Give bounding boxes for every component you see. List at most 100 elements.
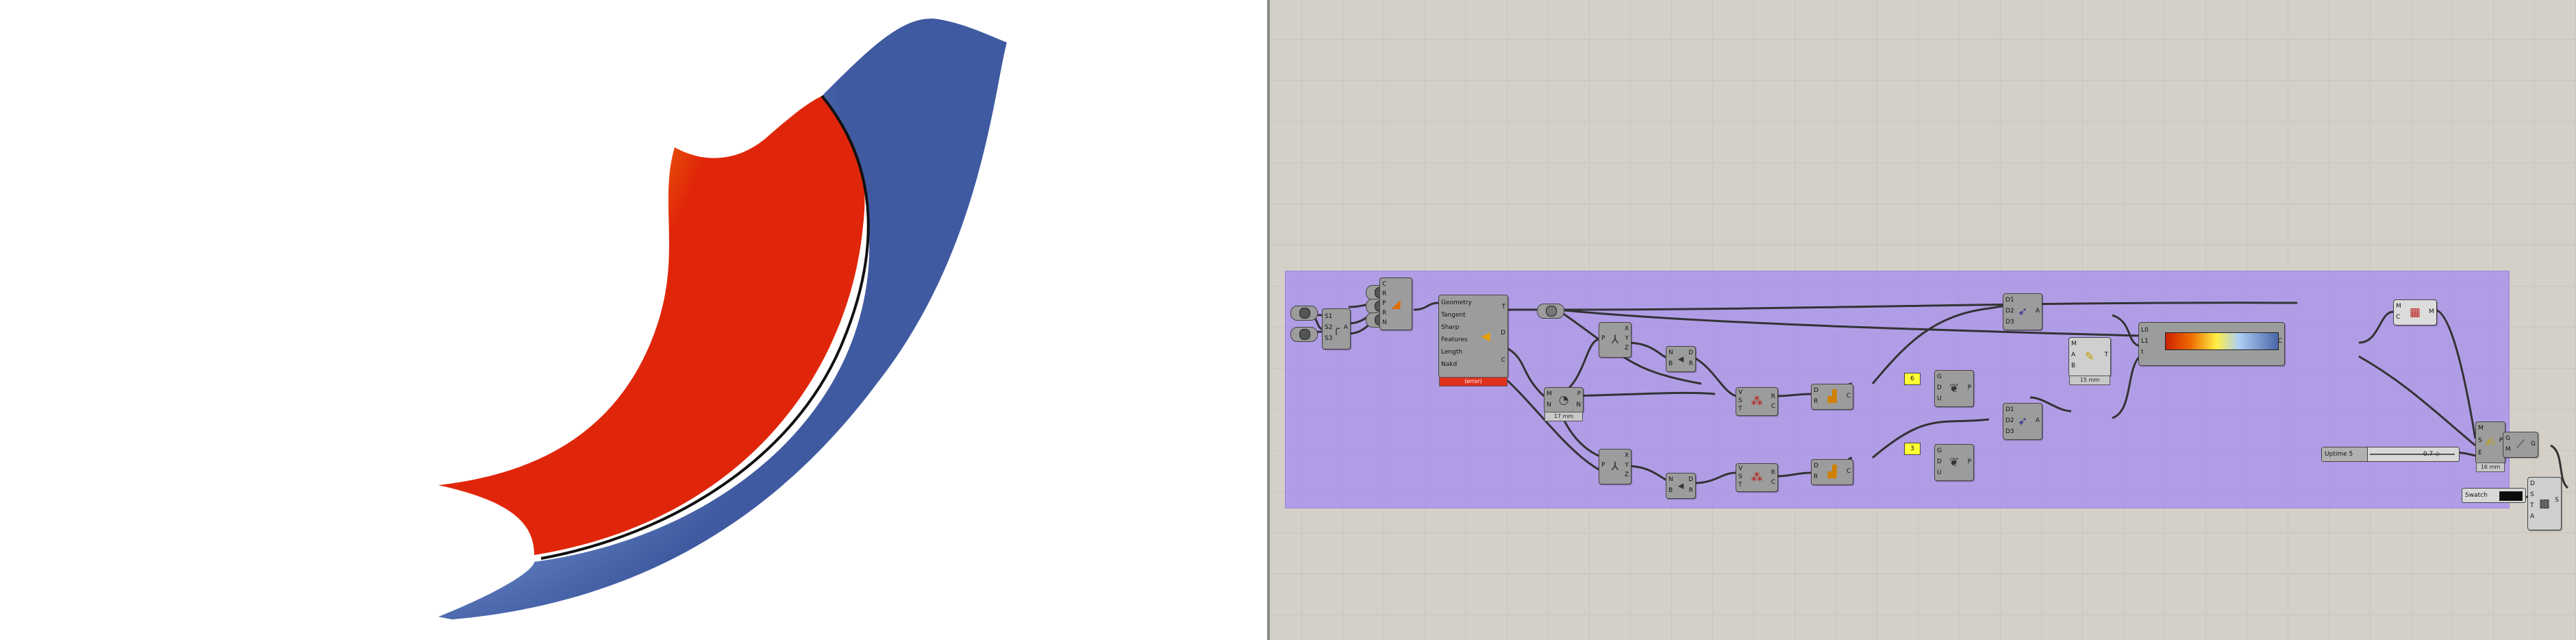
custom-preview-component[interactable]: G M G ⟋	[2503, 432, 2538, 458]
input-s[interactable]: S	[1738, 473, 1742, 480]
offset-component[interactable]: Geometry Tangent Sharp Features Length N…	[1438, 295, 1508, 386]
output-c[interactable]: C	[1847, 393, 1851, 399]
input-v[interactable]: V	[1738, 389, 1742, 396]
input-p[interactable]: P	[1601, 335, 1605, 342]
input-d2[interactable]: D2	[2005, 417, 2014, 424]
input-m[interactable]: M	[2505, 446, 2511, 453]
blend-component[interactable]: M S E P ✍ 16 mm	[2475, 421, 2505, 472]
input-tangent[interactable]: Tangent	[1441, 312, 1466, 319]
deconstruct-component-2[interactable]: P X Y Z ⅄	[1599, 449, 1631, 484]
grasshopper-canvas[interactable]: S1 S2 S3 A ╭ C R P R N ◢ Geometry Tangen…	[1270, 0, 2576, 640]
shader-component[interactable]: D S T A S ▩	[2527, 477, 2562, 530]
colour-swatch[interactable]: Swatch	[2462, 488, 2526, 503]
input-p[interactable]: P	[1601, 462, 1605, 469]
output-a[interactable]: A	[2036, 417, 2040, 424]
output-z[interactable]: Z	[1625, 345, 1629, 352]
curve-component-1[interactable]: D1 D2 D3 A ➶	[2003, 293, 2042, 330]
input-l1[interactable]: L1	[2141, 338, 2149, 345]
output-c[interactable]: C	[1847, 468, 1851, 475]
point-param-1[interactable]	[1290, 306, 1318, 321]
sample-component-1[interactable]: G D U P ❦	[1934, 370, 1974, 407]
input-n[interactable]: N	[1382, 319, 1387, 326]
evaluate-component[interactable]: M A B T ✎ 15 mm	[2068, 337, 2111, 385]
input-u[interactable]: U	[1937, 395, 1942, 402]
input-sharp[interactable]: Sharp	[1441, 324, 1459, 331]
input-t[interactable]: T	[1738, 482, 1742, 489]
curve-component-2[interactable]: D1 D2 D3 A ➶	[2003, 403, 2042, 440]
input-t[interactable]: t	[2141, 349, 2144, 356]
input-t[interactable]: T	[2530, 502, 2534, 509]
input-r2[interactable]: R	[1382, 310, 1386, 317]
input-g[interactable]: G	[1937, 447, 1942, 454]
output-y[interactable]: Y	[1625, 335, 1629, 342]
output-r[interactable]: R	[1771, 469, 1775, 476]
output-p[interactable]: P	[1968, 384, 1971, 391]
graph-component-2[interactable]: D R C ▟	[1811, 459, 1853, 485]
input-c[interactable]: C	[2396, 314, 2400, 321]
input-u[interactable]: U	[1937, 469, 1942, 476]
swatch-chip[interactable]	[2499, 491, 2523, 501]
remap-component-2[interactable]: V S T R C ⁂	[1736, 463, 1778, 492]
input-n[interactable]: N	[1668, 349, 1673, 356]
input-d[interactable]: D	[2530, 480, 2535, 487]
input-m[interactable]: M	[2478, 425, 2484, 432]
output-a[interactable]: A	[1344, 324, 1348, 331]
output-t[interactable]: T	[2105, 352, 2109, 358]
input-r[interactable]: R	[1382, 291, 1386, 297]
input-v[interactable]: V	[1738, 465, 1742, 472]
output-c[interactable]: C	[1771, 479, 1775, 486]
input-t[interactable]: T	[1738, 406, 1742, 413]
input-g[interactable]: G	[2505, 435, 2510, 442]
output-s[interactable]: S	[2555, 497, 2559, 504]
input-g[interactable]: G	[1937, 373, 1942, 380]
point-param-2[interactable]	[1290, 327, 1318, 342]
input-r[interactable]: R	[1814, 398, 1818, 405]
output-t[interactable]: T	[1502, 304, 1506, 310]
input-e[interactable]: E	[2478, 450, 2482, 456]
input-d[interactable]: D	[1814, 463, 1818, 469]
output-n[interactable]: N	[1576, 402, 1581, 408]
input-b[interactable]: B	[1668, 360, 1673, 367]
input-b[interactable]: B	[2071, 362, 2075, 369]
input-c[interactable]: C	[1382, 281, 1386, 288]
input-nakd[interactable]: Nakd	[1441, 361, 1457, 368]
output-c[interactable]: C	[1771, 403, 1775, 410]
input-d[interactable]: D	[1937, 458, 1942, 465]
input-s[interactable]: S	[2530, 491, 2534, 498]
input-r[interactable]: R	[1814, 473, 1818, 480]
output-r[interactable]: R	[1689, 360, 1693, 367]
output-g[interactable]: G	[2531, 441, 2536, 447]
output-x[interactable]: X	[1625, 452, 1629, 459]
input-d2[interactable]: D2	[2005, 308, 2014, 315]
input-m[interactable]: M	[2396, 303, 2401, 310]
output-p[interactable]: P	[1968, 458, 1971, 465]
input-b[interactable]: B	[1668, 487, 1673, 494]
input-features[interactable]: Features	[1441, 336, 1468, 343]
input-m[interactable]: M	[2071, 341, 2077, 347]
input-d3[interactable]: D3	[2005, 428, 2014, 435]
input-m[interactable]: M	[1547, 391, 1552, 397]
input-d[interactable]: D	[1814, 387, 1818, 394]
input-n[interactable]: N	[1668, 476, 1673, 483]
bounds-component-2[interactable]: N B D R ◂	[1666, 473, 1696, 499]
output-z[interactable]: Z	[1625, 471, 1629, 478]
output-d[interactable]: D	[1501, 330, 1505, 336]
divide-component[interactable]: M N P N ◔ 17 mm	[1544, 387, 1584, 421]
output-c[interactable]: C	[1501, 357, 1505, 364]
input-s[interactable]: S	[1738, 397, 1742, 404]
number-slider[interactable]: Uptime 5 0.7 ◇	[2321, 447, 2460, 462]
input-geometry[interactable]: Geometry	[1441, 299, 1472, 306]
input-d1[interactable]: D1	[2005, 406, 2014, 413]
output-d[interactable]: D	[1688, 349, 1693, 356]
gradient-icon[interactable]	[2165, 332, 2279, 350]
output-d[interactable]: D	[1688, 476, 1693, 483]
input-d[interactable]: D	[1937, 384, 1942, 391]
input-s1[interactable]: S1	[1325, 313, 1332, 320]
output-m[interactable]: M	[2429, 308, 2434, 315]
sample-component-2[interactable]: G D U P ❦	[1934, 444, 1974, 481]
input-d3[interactable]: D3	[2005, 319, 2014, 325]
output-x[interactable]: X	[1625, 325, 1629, 332]
output-r[interactable]: R	[1689, 487, 1693, 494]
output-r[interactable]: R	[1771, 393, 1775, 400]
graph-component-1[interactable]: D R C ▟	[1811, 384, 1853, 410]
